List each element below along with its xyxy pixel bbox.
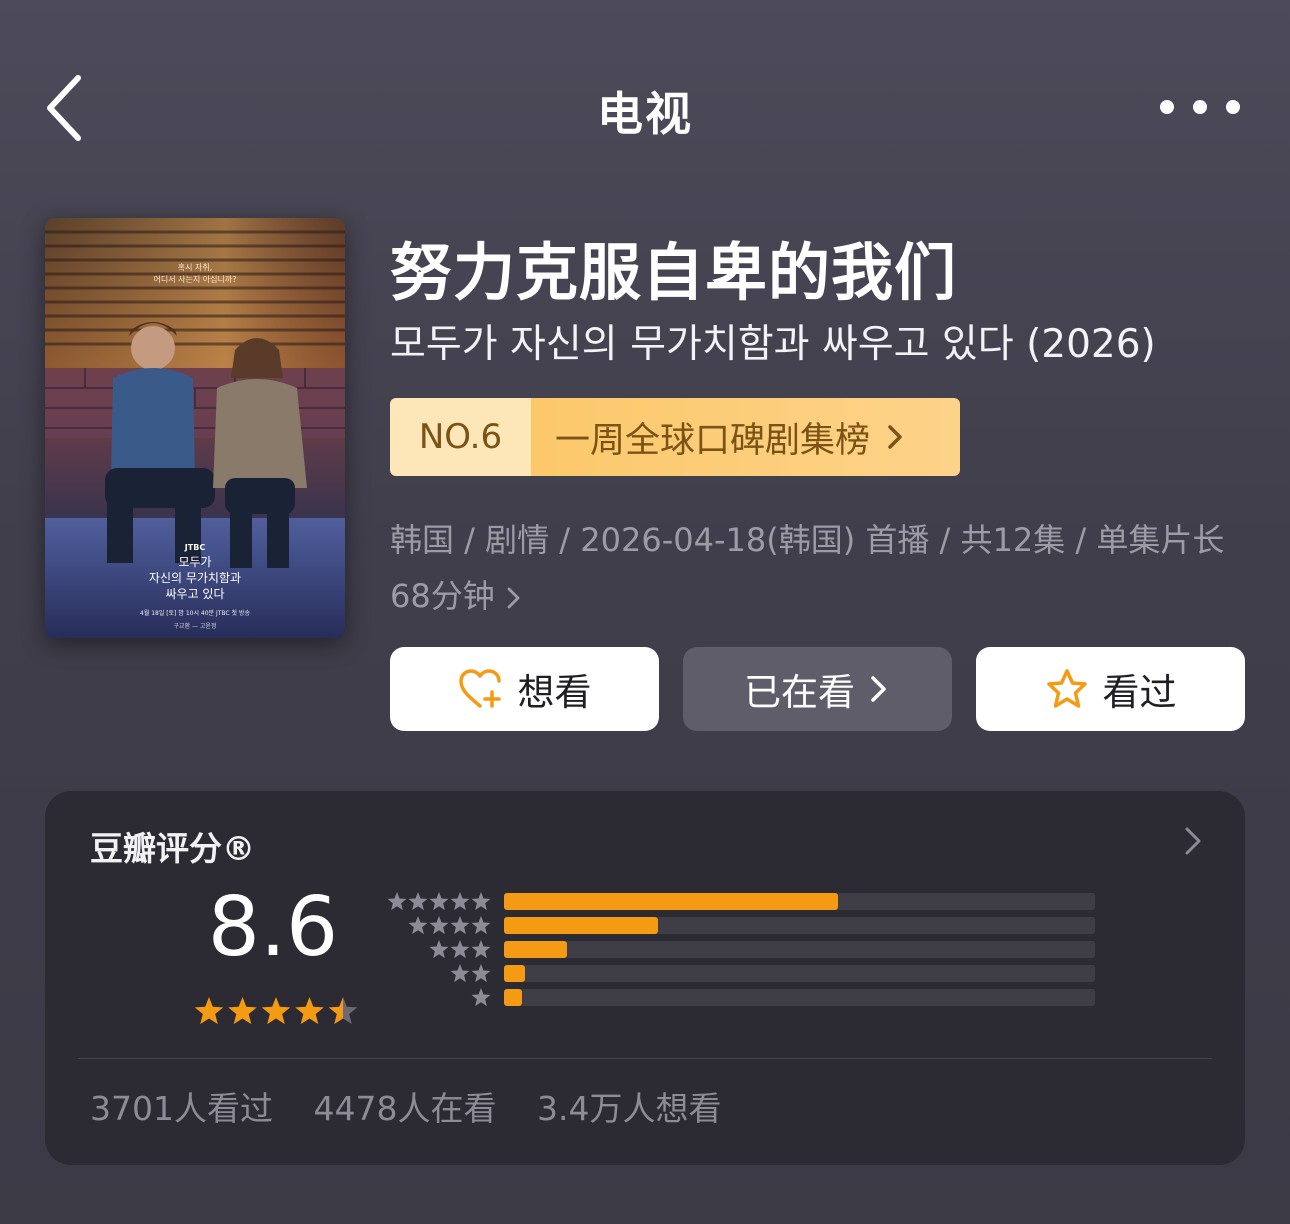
score-star-icon: [228, 997, 257, 1025]
star-outline-icon: [1046, 669, 1087, 708]
rank-number: NO.6: [390, 398, 531, 476]
chevron-right-icon: [871, 676, 886, 702]
distribution-bar-5: [504, 893, 1095, 910]
chevron-right-icon: [507, 587, 520, 609]
score-stars: [194, 997, 358, 1025]
more-button[interactable]: [1160, 90, 1240, 124]
poster-cast: 구교환 — 고윤정: [174, 622, 217, 630]
watched-label: 看过: [1102, 671, 1177, 714]
meta-line-1: 韩国 / 剧情 / 2026-04-18(韩国) 首播 / 共12集 / 单集片…: [390, 521, 1225, 559]
stat-watching: 4478人在看: [313, 1089, 497, 1128]
rank-list-link: 一周全球口碑剧集榜: [531, 398, 960, 476]
star-icon: [450, 916, 470, 935]
want-to-watch-button[interactable]: 想看: [390, 647, 659, 731]
star-icon: [471, 940, 491, 959]
heart-plus-icon: [458, 669, 501, 708]
distribution-bar-fill: [504, 965, 525, 982]
distribution-stars-3: [429, 940, 491, 959]
chevron-right-icon: [888, 425, 902, 449]
show-original-title: 모두가 자신의 무가치함과 싸우고 있다 (2026): [390, 322, 1156, 367]
poster-title-3: 싸우고 있다: [165, 587, 224, 601]
distribution-bar-2: [504, 965, 1095, 982]
rating-stats: 3701人看过 4478人在看 3.4万人想看: [90, 1082, 751, 1130]
star-icon: [450, 940, 470, 959]
distribution-stars-5: [387, 892, 491, 911]
show-title: 努力克服自卑的我们: [390, 236, 958, 309]
score-star-icon: [328, 997, 358, 1025]
star-icon: [450, 892, 470, 911]
show-meta[interactable]: 韩国 / 剧情 / 2026-04-18(韩国) 首播 / 共12集 / 单集片…: [390, 512, 1250, 624]
poster-title-1: 모두가: [178, 555, 211, 569]
star-icon: [408, 892, 428, 911]
star-icon: [429, 916, 449, 935]
poster-tagline-1: 혹시 자취,: [178, 262, 213, 272]
distribution-bar-fill: [504, 893, 838, 910]
page-title: 电视: [597, 87, 693, 141]
distribution-bar-fill: [504, 989, 522, 1006]
distribution-bar-fill: [504, 917, 658, 934]
score-star-icon: [261, 997, 291, 1025]
distribution-bar-fill: [504, 941, 567, 958]
star-icon: [471, 964, 491, 983]
distribution-bar-3: [504, 941, 1095, 958]
poster-image[interactable]: 혹시 자취, 어디서 사는지 아십니까? JTBC 모두가 자신의 무가치함과 …: [45, 218, 345, 638]
score-star-icon: [194, 997, 224, 1025]
meta-line-2: 68分钟: [390, 577, 495, 615]
more-dots-icon: [1160, 100, 1174, 114]
star-icon: [471, 988, 491, 1007]
rank-badge[interactable]: NO.6 一周全球口碑剧集榜: [390, 398, 960, 476]
rank-list-name: 一周全球口碑剧集榜: [555, 420, 871, 461]
poster-airing: 4월 18일 [토] 밤 10시 40분 JTBC 첫 방송: [140, 609, 250, 617]
distribution-stars-2: [450, 964, 491, 983]
star-icon: [429, 892, 449, 911]
rating-title: 豆瓣评分®: [90, 829, 255, 868]
watching-label: 已在看: [744, 671, 855, 714]
poster-tagline-2: 어디서 사는지 아십니까?: [154, 274, 237, 284]
distribution-stars-1: [471, 988, 491, 1007]
stat-want: 3.4万人想看: [536, 1089, 722, 1128]
distribution-bar-4: [504, 917, 1095, 934]
distribution-stars-4: [408, 916, 491, 935]
watching-button[interactable]: 已在看: [683, 647, 952, 731]
distribution-bar-1: [504, 989, 1095, 1006]
watched-button[interactable]: 看过: [976, 647, 1245, 731]
stat-watched: 3701人看过: [90, 1089, 273, 1128]
chevron-right-icon[interactable]: [1178, 826, 1208, 856]
want-to-watch-label: 想看: [517, 671, 592, 714]
poster-title-2: 자신의 무가치함과: [149, 571, 241, 585]
star-icon: [471, 892, 491, 911]
score-star-icon: [295, 997, 324, 1025]
star-icon: [408, 916, 428, 935]
star-icon: [429, 940, 449, 959]
star-icon: [387, 892, 407, 911]
star-icon: [471, 916, 491, 935]
star-icon: [450, 964, 470, 983]
poster-channel: JTBC: [184, 543, 206, 552]
divider: [78, 1058, 1212, 1059]
rating-score: 8.6: [207, 880, 339, 975]
